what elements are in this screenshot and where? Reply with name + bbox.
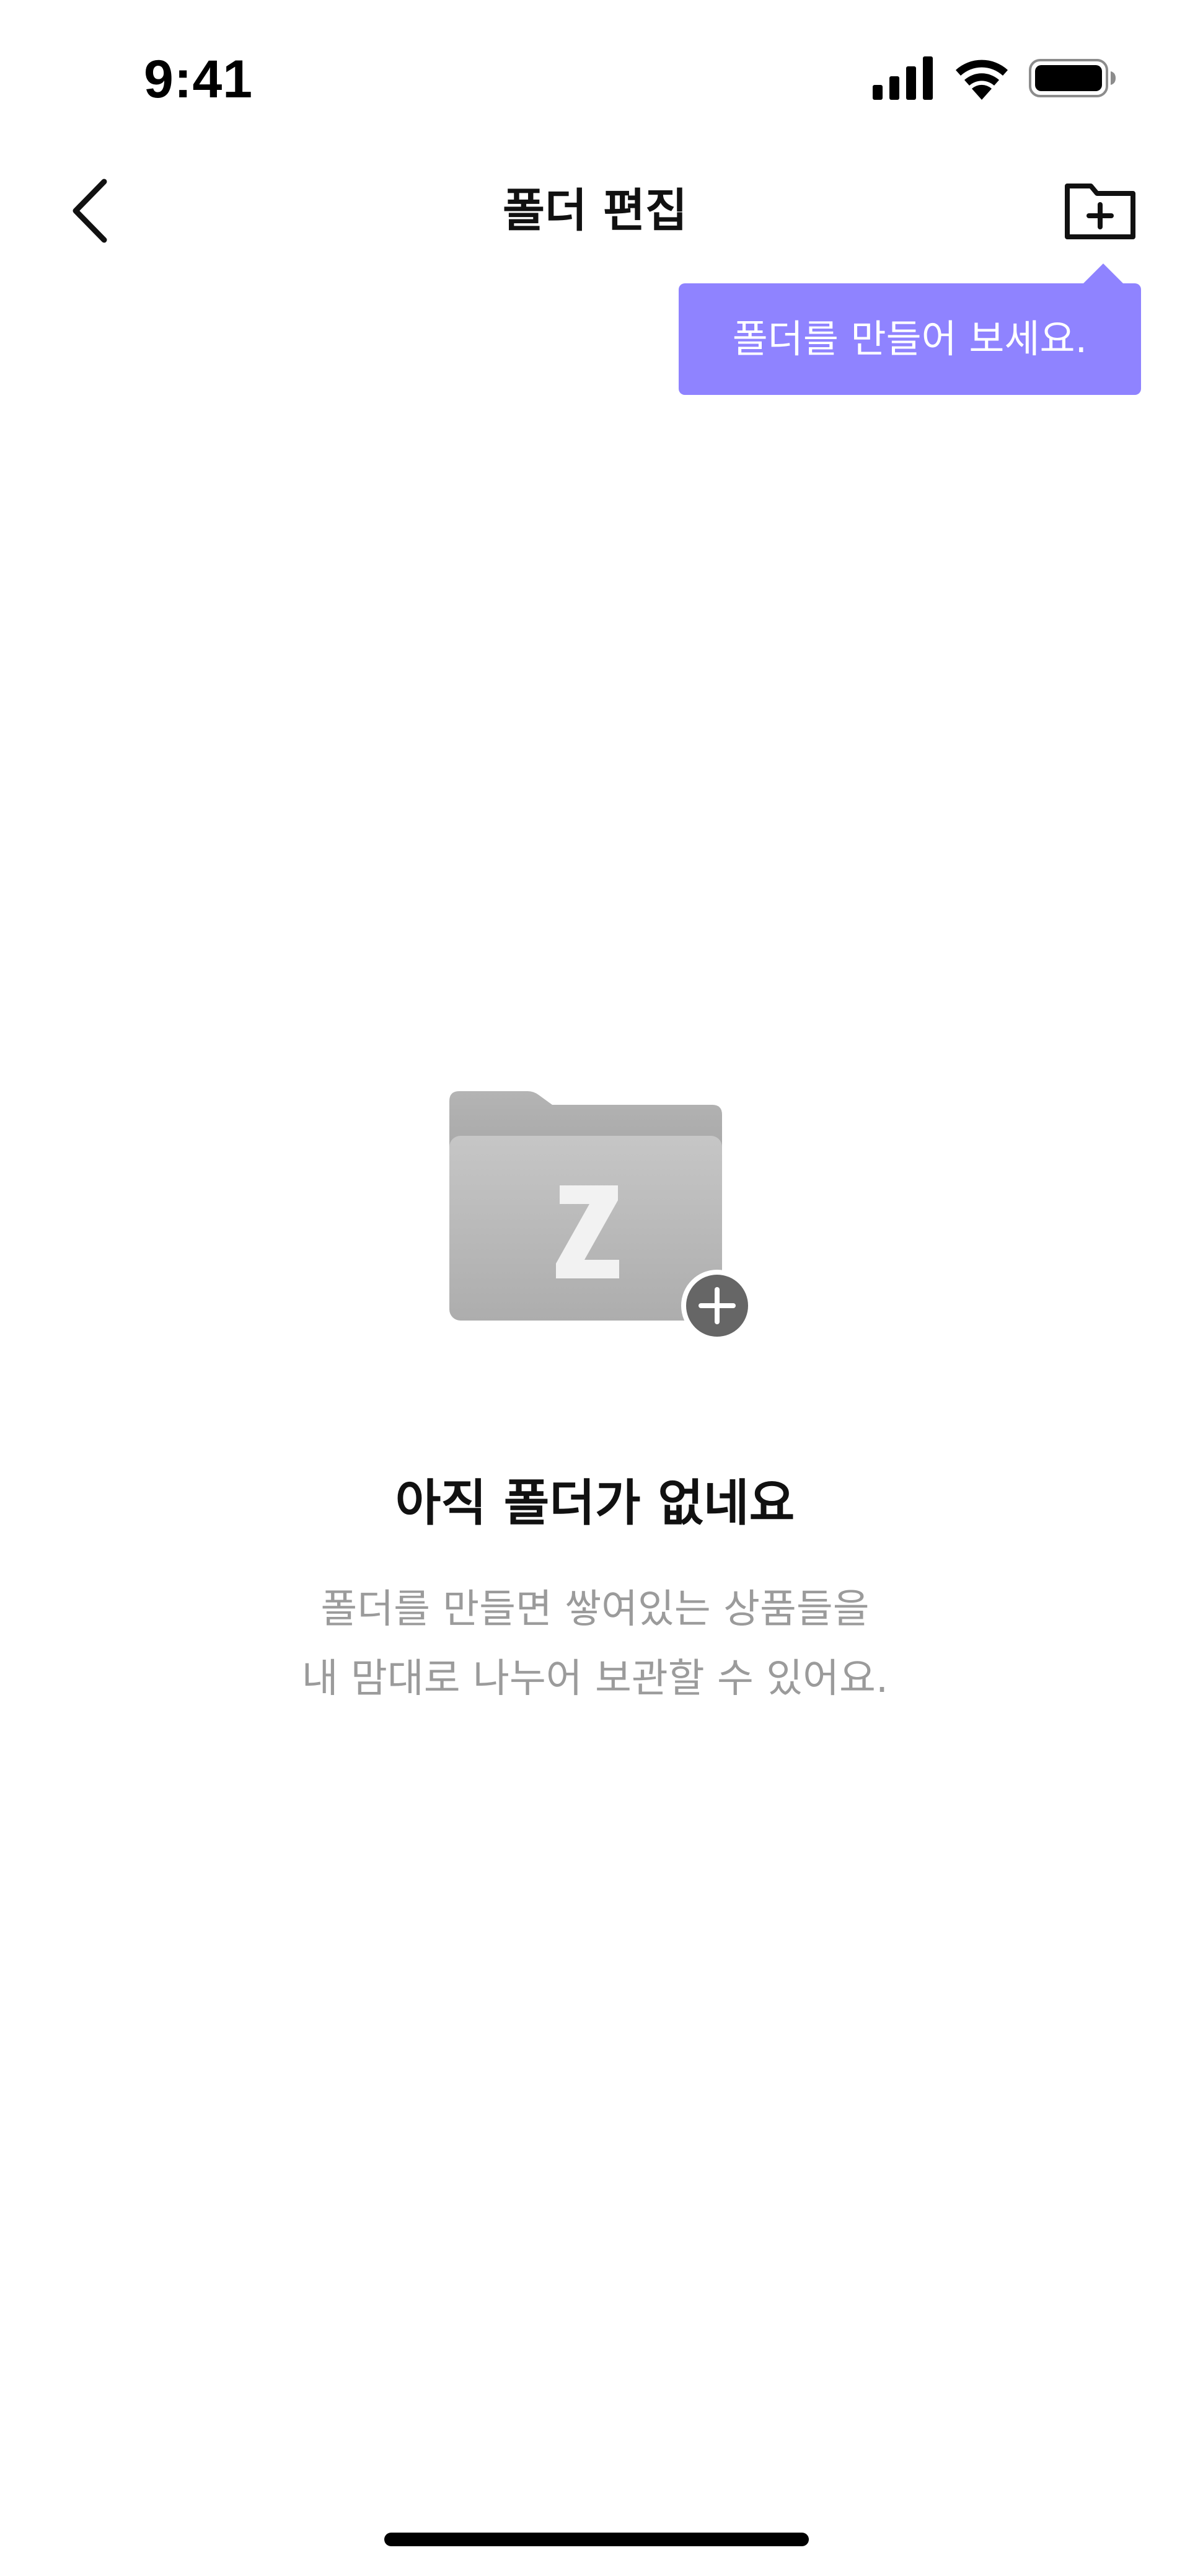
empty-state-description-line-2: 내 맘대로 나누어 보관할 수 있어요. — [301, 1656, 889, 1702]
navigation-bar: 폴더 편집 — [0, 158, 1190, 263]
empty-state-description: 폴더를 만들면 쌓여있는 상품들을 내 맘대로 나누어 보관할 수 있어요. — [0, 1575, 1190, 1714]
status-bar: 9:41 — [0, 0, 1190, 130]
chevron-left-icon — [73, 179, 107, 243]
folder-plus-icon — [1065, 184, 1135, 239]
tooltip-arrow — [1082, 263, 1124, 285]
folder-z-plus-icon — [449, 1091, 753, 1342]
back-button[interactable] — [56, 170, 124, 251]
battery-icon — [1029, 59, 1116, 97]
create-folder-tooltip: 폴더를 만들어 보세요. — [679, 283, 1141, 395]
status-icons — [873, 53, 1117, 103]
home-indicator — [384, 2533, 809, 2546]
wifi-icon — [956, 60, 1008, 100]
cellular-signal-icon — [873, 56, 933, 100]
status-time: 9:41 — [144, 50, 253, 109]
add-folder-button[interactable] — [1060, 170, 1140, 251]
empty-state-title: 아직 폴더가 없네요 — [395, 1474, 795, 1532]
empty-state-description-line-1: 폴더를 만들면 쌓여있는 상품들을 — [320, 1587, 870, 1632]
page-title: 폴더 편집 — [502, 184, 688, 237]
